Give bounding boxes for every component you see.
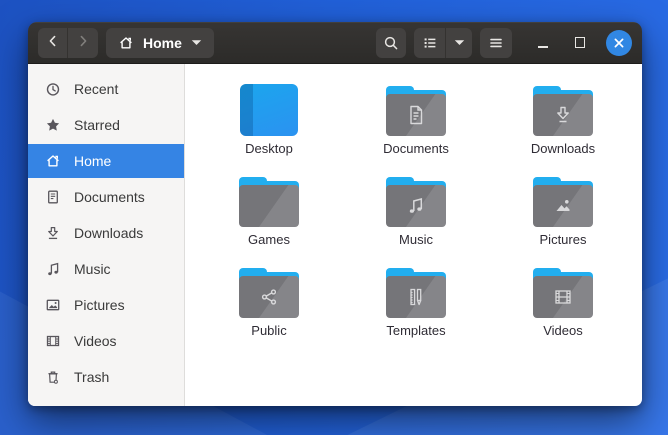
chevron-down-icon [191,39,202,46]
file-item-desktop[interactable]: Desktop [209,82,329,156]
sidebar-item-label: Downloads [74,225,143,241]
file-label: Pictures [540,232,587,247]
hamburger-menu-button[interactable] [480,28,512,58]
files-window: Home [28,22,642,406]
file-label: Templates [386,323,445,338]
close-x-icon [613,37,625,49]
file-item-documents[interactable]: Documents [356,82,476,156]
close-button[interactable] [606,30,632,56]
sidebar-item-recent[interactable]: Recent [28,72,184,106]
document-icon [45,189,61,205]
sidebar-item-trash[interactable]: Trash [28,360,184,394]
file-item-music[interactable]: Music [356,173,476,247]
places-sidebar: Recent Starred Home Documents [28,64,185,406]
view-toggle-split-button [414,28,472,58]
file-item-templates[interactable]: Templates [356,264,476,338]
film-strip-emblem-icon [551,285,575,309]
music-note-emblem-icon [404,194,428,218]
download-icon [45,225,61,241]
ruler-pencil-emblem-icon [404,285,428,309]
sidebar-item-music[interactable]: Music [28,252,184,286]
magnifier-icon [383,35,399,51]
folder-icon [239,268,299,318]
sidebar-item-label: Pictures [74,297,125,313]
sidebar-item-label: Home [74,153,111,169]
document-emblem-icon [404,103,428,127]
sidebar-item-label: Videos [74,333,117,349]
share-nodes-emblem-icon [257,285,281,309]
sidebar-item-starred[interactable]: Starred [28,108,184,142]
sidebar-item-home[interactable]: Home [28,144,184,178]
maximize-button[interactable] [569,32,591,54]
file-item-games[interactable]: Games [209,173,329,247]
picture-icon [45,297,61,313]
chevron-left-icon [45,33,61,52]
maximize-square-icon [575,37,585,48]
back-button[interactable] [38,28,68,58]
file-item-public[interactable]: Public [209,264,329,338]
music-note-icon [45,261,61,277]
folder-icon [533,268,593,318]
folder-icon [386,177,446,227]
path-bar-home-button[interactable]: Home [106,28,214,58]
folder-icon [386,268,446,318]
view-options-caret-button[interactable] [446,28,472,58]
minimize-button[interactable] [532,32,554,54]
window-controls [532,30,634,56]
nav-button-group [38,28,98,58]
sidebar-item-downloads[interactable]: Downloads [28,216,184,250]
folder-icon [239,177,299,227]
file-label: Documents [383,141,449,156]
file-browser-view: Desktop Document [185,64,642,406]
star-icon [45,117,61,133]
path-label: Home [143,35,182,51]
sidebar-item-label: Trash [74,369,109,385]
file-label: Music [399,232,433,247]
download-arrow-emblem-icon [551,103,575,127]
file-label: Videos [543,323,583,338]
sidebar-item-label: Recent [74,81,118,97]
sidebar-item-pictures[interactable]: Pictures [28,288,184,322]
sidebar-item-documents[interactable]: Documents [28,180,184,214]
header-bar: Home [28,22,642,64]
sidebar-item-label: Starred [74,117,120,133]
folder-icon [533,177,593,227]
file-item-pictures[interactable]: Pictures [503,173,623,247]
file-label: Games [248,232,290,247]
home-icon [45,153,61,169]
file-label: Desktop [245,141,293,156]
list-view-button[interactable] [414,28,446,58]
image-emblem-icon [551,194,575,218]
hamburger-icon [488,35,504,51]
file-item-downloads[interactable]: Downloads [503,82,623,156]
chevron-right-icon [75,33,91,52]
file-label: Public [251,323,286,338]
minimize-dash-icon [538,46,548,48]
window-body: Recent Starred Home Documents [28,64,642,406]
sidebar-item-label: Music [74,261,111,277]
clock-icon [45,81,61,97]
list-view-icon [422,35,438,51]
blue-desktop-folder-icon [240,84,298,136]
forward-button[interactable] [68,28,98,58]
film-icon [45,333,61,349]
icon-grid: Desktop Document [209,82,642,338]
sidebar-item-videos[interactable]: Videos [28,324,184,358]
header-action-cluster [376,28,634,58]
folder-icon [533,86,593,136]
file-item-videos[interactable]: Videos [503,264,623,338]
home-icon [118,35,134,51]
folder-icon [386,86,446,136]
sidebar-item-label: Documents [74,189,145,205]
trash-icon [45,369,61,385]
search-button[interactable] [376,28,406,58]
chevron-down-icon [454,39,465,46]
file-label: Downloads [531,141,595,156]
